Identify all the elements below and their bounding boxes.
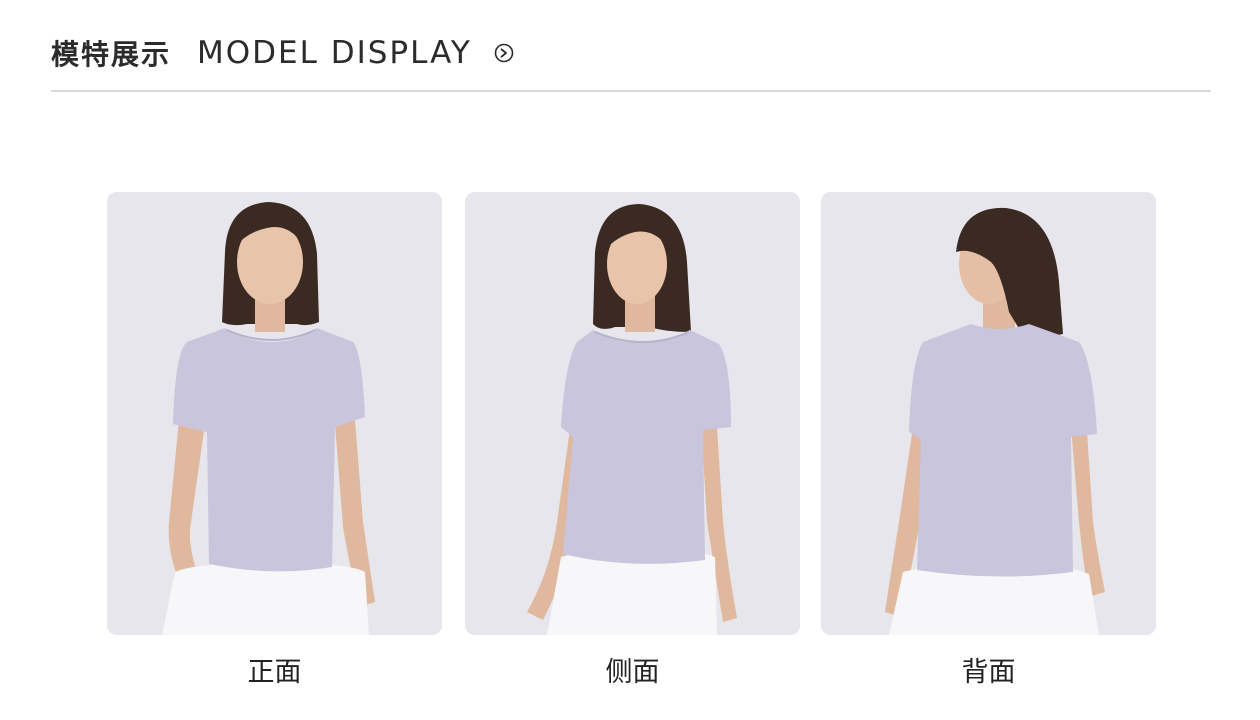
side-view-image	[465, 192, 800, 635]
caption-side: 侧面	[605, 657, 660, 688]
back-view-image	[821, 192, 1156, 635]
section-header: 模特展示 MODEL DISPLAY	[51, 30, 514, 76]
front-view-image	[107, 192, 442, 635]
model-gallery: 正面 侧面 背面	[107, 192, 1157, 692]
model-photo-front[interactable]	[107, 192, 442, 635]
caption-back: 背面	[961, 657, 1016, 688]
model-photo-side[interactable]	[465, 192, 800, 635]
header-divider	[51, 90, 1211, 92]
circle-arrow-right-icon[interactable]	[494, 43, 514, 63]
model-photo-back[interactable]	[821, 192, 1156, 635]
caption-front: 正面	[247, 657, 302, 688]
section-title-chinese: 模特展示	[51, 38, 172, 71]
section-title-english: MODEL DISPLAY	[197, 35, 472, 71]
